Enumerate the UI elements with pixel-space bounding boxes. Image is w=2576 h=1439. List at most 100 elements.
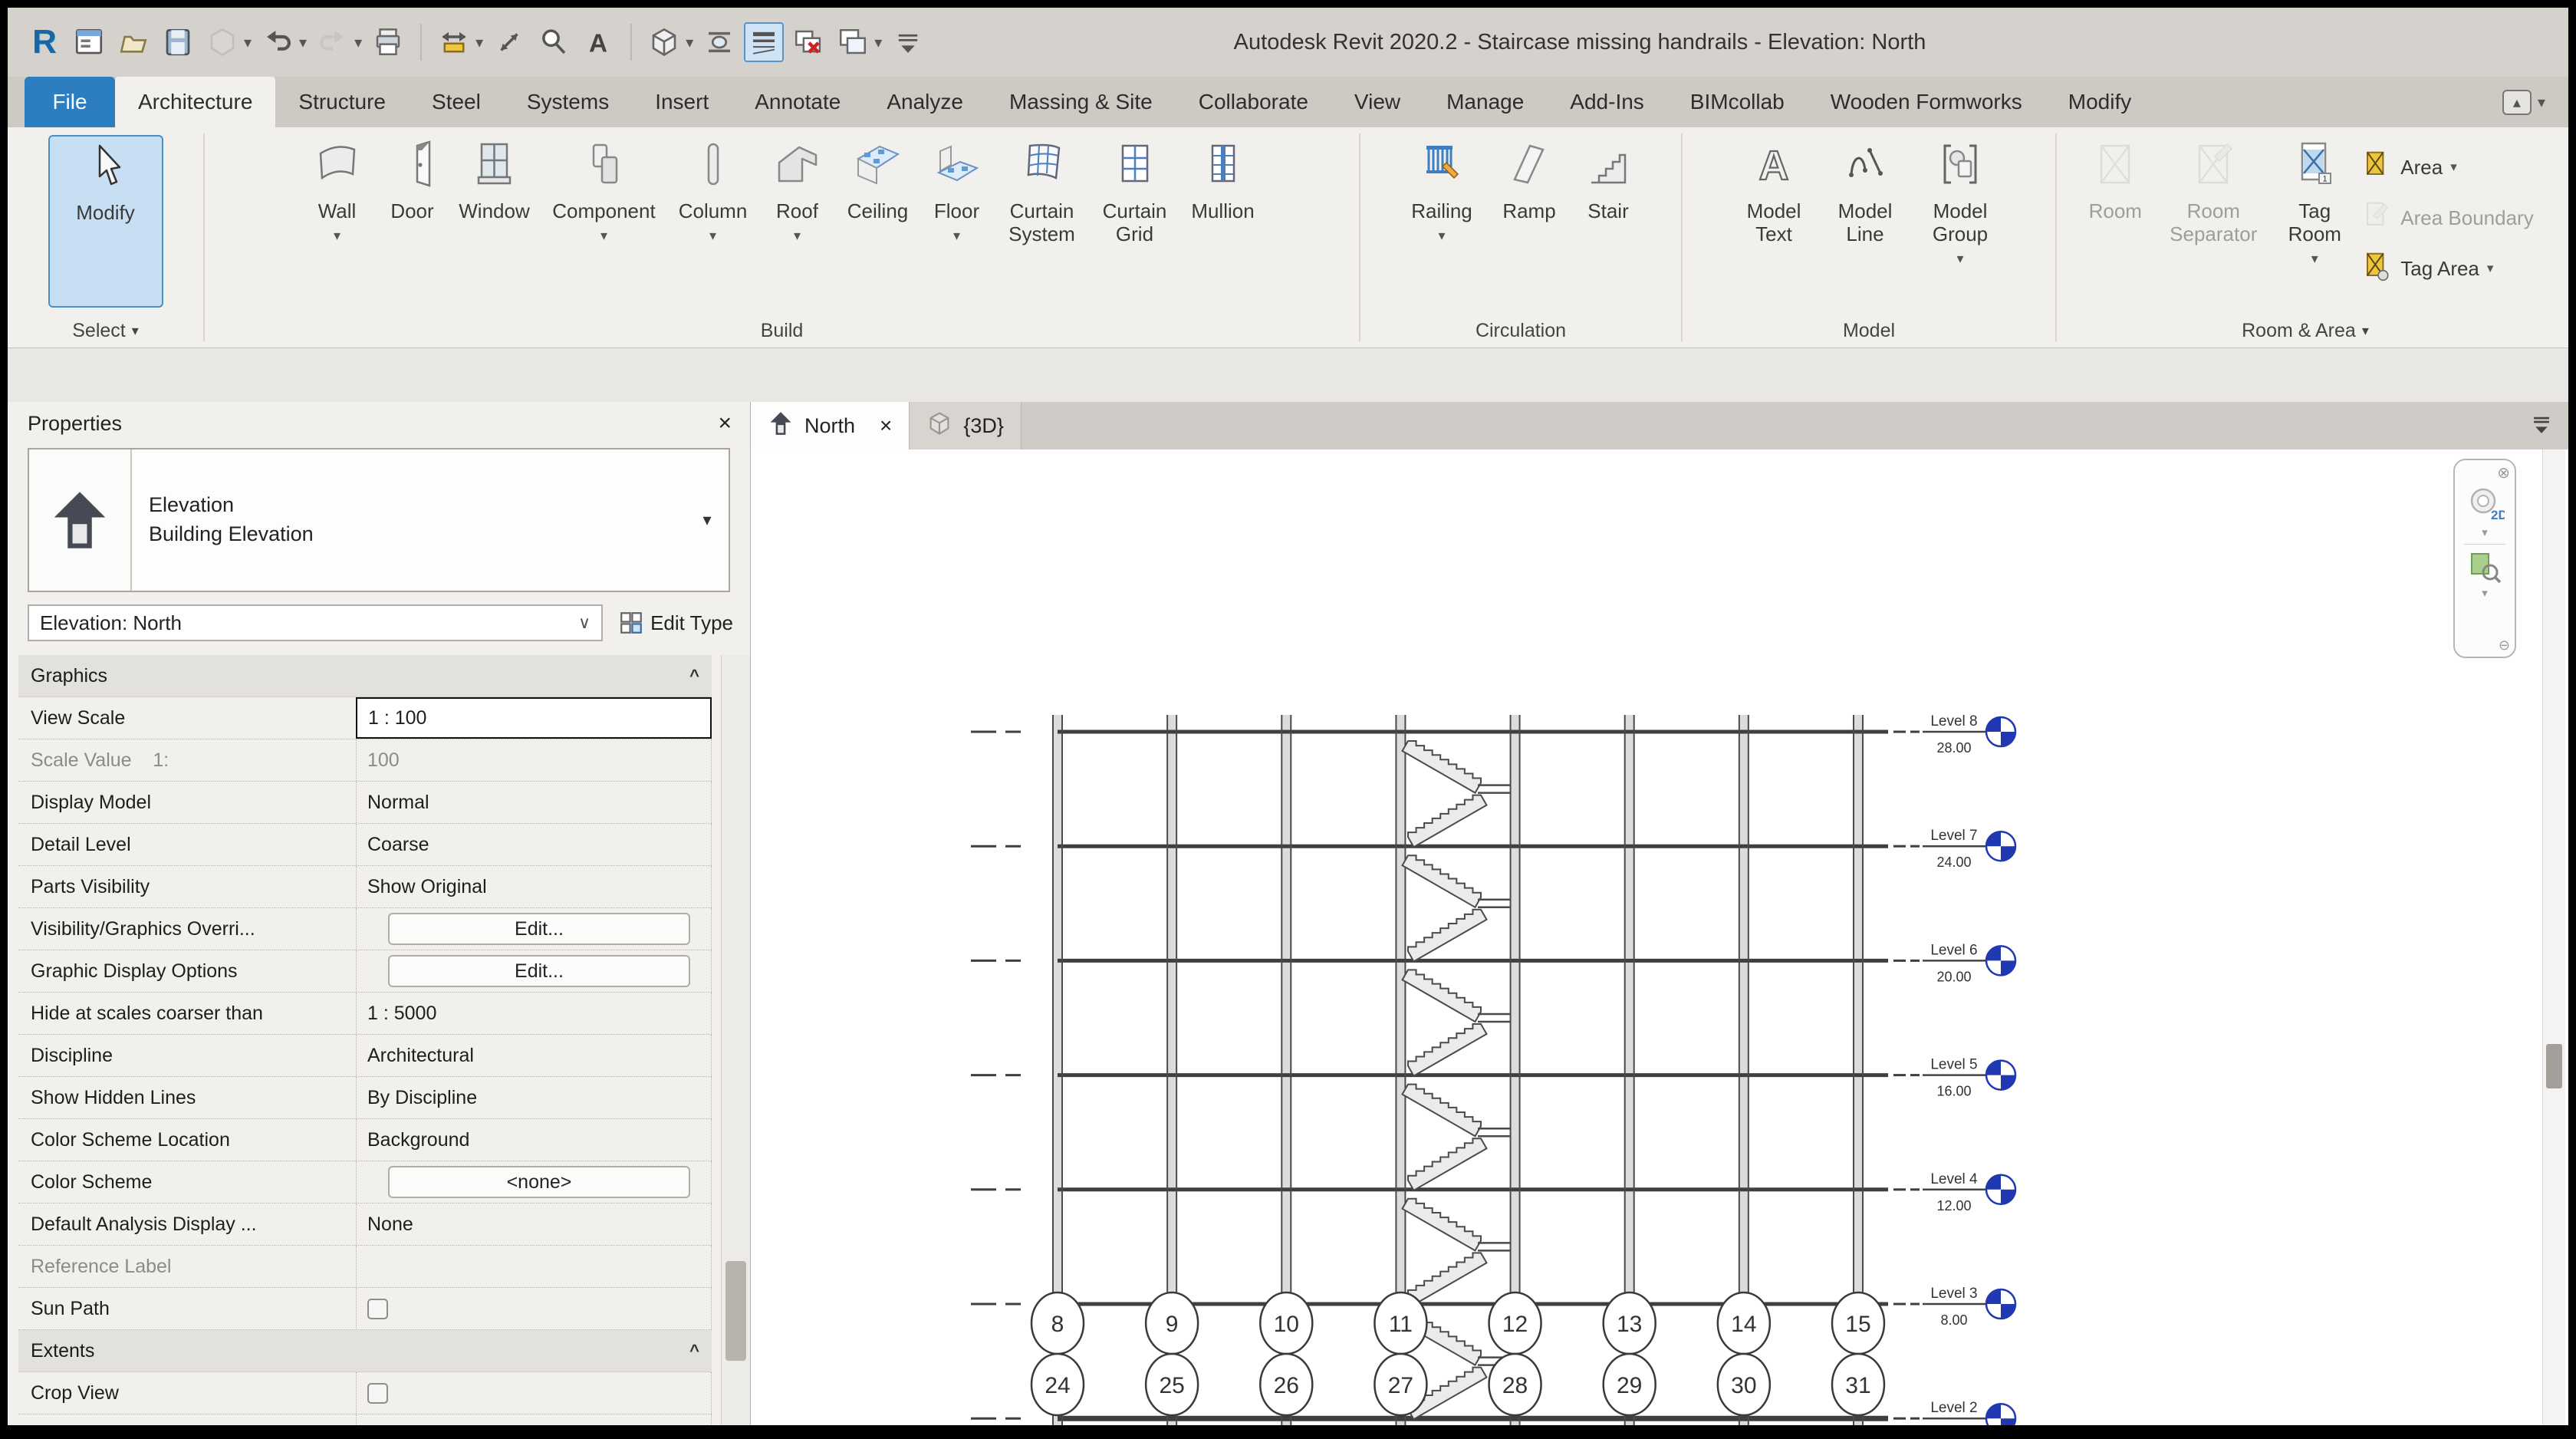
instance-selector[interactable]: Elevation: North ∨	[28, 604, 604, 641]
default-3d-view-dropdown-icon[interactable]: ▾	[686, 33, 693, 52]
tab-bimcollab[interactable]: BIMcollab	[1667, 77, 1808, 127]
properties-close-icon[interactable]: ×	[712, 410, 738, 436]
redo-icon[interactable]	[313, 22, 353, 62]
panel-label-room-area[interactable]: Room & Area ▾	[2057, 314, 2554, 347]
synchronize-dropdown-icon[interactable]: ▾	[244, 33, 252, 52]
grid-bubble-25[interactable]: 25	[1144, 1352, 1199, 1417]
area-dropdown-icon[interactable]: ▾	[2450, 160, 2457, 175]
customize-qat-icon[interactable]	[888, 22, 928, 62]
view-tab-3d[interactable]: {3D}	[910, 402, 1022, 449]
property-value[interactable]: Normal	[356, 782, 712, 823]
panel-label-circulation[interactable]: Circulation	[1360, 314, 1681, 347]
component-button[interactable]: Component ▾	[543, 135, 666, 308]
grid-bubble-26[interactable]: 26	[1259, 1352, 1314, 1417]
tab-steel[interactable]: Steel	[409, 77, 504, 127]
model-group-button[interactable]: Model Group ▾	[1911, 135, 2009, 308]
type-selector-dropdown-icon[interactable]: ▾	[686, 449, 729, 591]
crop-view-checkbox[interactable]	[367, 1382, 388, 1404]
tag-area-button[interactable]: Tag Area ▾	[2359, 247, 2533, 290]
tab-view[interactable]: View	[1331, 77, 1423, 127]
stair-button[interactable]: Stair	[1572, 135, 1644, 308]
ribbon-collapse-control[interactable]: ▴ ▾	[2502, 77, 2545, 127]
window-button[interactable]: Window	[449, 135, 540, 308]
level-tag-level-7[interactable]: Level 7 24.00	[1930, 828, 2017, 870]
property-value[interactable]	[356, 1246, 712, 1287]
tab-add-ins[interactable]: Add-Ins	[1547, 77, 1667, 127]
property-value[interactable]: Background	[356, 1119, 712, 1161]
property-value[interactable]: Coarse	[356, 824, 712, 865]
floor-dropdown-icon[interactable]: ▾	[953, 228, 960, 244]
property-value[interactable]	[356, 1372, 712, 1414]
property-value[interactable]	[356, 1414, 712, 1425]
steering-wheel-dropdown-icon[interactable]: ▾	[2482, 525, 2488, 539]
curtain-grid-button[interactable]: Curtain Grid	[1092, 135, 1178, 308]
model-group-dropdown-icon[interactable]: ▾	[1956, 251, 1963, 267]
tab-wooden-formworks[interactable]: Wooden Formworks	[1808, 77, 2045, 127]
tag-area-dropdown-icon[interactable]: ▾	[2487, 261, 2494, 276]
section-collapse-icon[interactable]: ^	[689, 666, 699, 686]
section-header-extents[interactable]: Extents ^	[18, 1330, 712, 1372]
open-documents-icon[interactable]	[69, 22, 109, 62]
grid-bubble-13[interactable]: 13	[1602, 1291, 1656, 1355]
synchronize-icon[interactable]	[202, 22, 242, 62]
wall-dropdown-icon[interactable]: ▾	[334, 228, 341, 244]
wall-button[interactable]: Wall ▾	[299, 135, 376, 308]
thin-lines-icon[interactable]	[744, 22, 785, 62]
print-icon[interactable]	[368, 22, 408, 62]
grid-bubble-15[interactable]: 15	[1831, 1291, 1886, 1355]
grid-bubble-8[interactable]: 8	[1030, 1291, 1085, 1355]
edit-type-button[interactable]: Edit Type	[614, 607, 738, 639]
tab-structure[interactable]: Structure	[275, 77, 409, 127]
panel-label-select[interactable]: Select ▾	[8, 314, 203, 347]
section-header-graphics[interactable]: Graphics ^	[18, 655, 712, 697]
ribbon-collapse-dropdown-icon[interactable]: ▾	[2538, 93, 2545, 112]
section-icon[interactable]	[699, 22, 739, 62]
door-button[interactable]: Door	[379, 135, 446, 308]
switch-windows-dropdown-icon[interactable]: ▾	[874, 33, 882, 52]
tab-manage[interactable]: Manage	[1423, 77, 1547, 127]
color-scheme-button[interactable]: <none>	[387, 1166, 691, 1198]
column-dropdown-icon[interactable]: ▾	[709, 228, 716, 244]
tab-insert[interactable]: Insert	[632, 77, 732, 127]
grid-bubble-29[interactable]: 29	[1602, 1352, 1656, 1417]
tab-collaborate[interactable]: Collaborate	[1176, 77, 1331, 127]
measure-dropdown-icon[interactable]: ▾	[475, 33, 483, 52]
modify-button[interactable]: Modify	[48, 135, 163, 308]
navbar-close-icon[interactable]: ⊗	[2497, 463, 2510, 482]
visibility-graphics-overri-button[interactable]: Edit...	[387, 913, 691, 945]
property-value[interactable]: 1 : 5000	[356, 993, 712, 1034]
roof-button[interactable]: Roof ▾	[761, 135, 834, 308]
tab-massing-site[interactable]: Massing & Site	[986, 77, 1176, 127]
level-tag-level-5[interactable]: Level 5 16.00	[1930, 1057, 2017, 1099]
type-selector[interactable]: Elevation Building Elevation ▾	[28, 448, 730, 592]
open-icon[interactable]	[114, 22, 153, 62]
crop-region-visible-checkbox[interactable]	[367, 1424, 388, 1425]
properties-scrollbar-thumb[interactable]	[725, 1261, 746, 1361]
panel-label-model[interactable]: Model	[1683, 314, 2055, 347]
tab-modify[interactable]: Modify	[2045, 77, 2154, 127]
properties-scrollbar[interactable]	[721, 655, 750, 1425]
grid-bubble-11[interactable]: 11	[1374, 1291, 1428, 1355]
canvas-scrollbar[interactable]	[2542, 449, 2565, 1425]
property-value[interactable]: Architectural	[356, 1035, 712, 1076]
redo-dropdown-icon[interactable]: ▾	[354, 33, 362, 52]
elevation-drawing[interactable]: Level 828.00Level 724.00Level 620.00Leve…	[751, 449, 2568, 1425]
zoom-region-icon[interactable]	[2467, 549, 2502, 584]
mullion-button[interactable]: Mullion	[1181, 135, 1265, 308]
column-button[interactable]: Column ▾	[669, 135, 758, 308]
navbar-options-icon[interactable]: ⊖	[2499, 637, 2510, 654]
grid-bubble-10[interactable]: 10	[1259, 1291, 1314, 1355]
view-tab-close-icon[interactable]: ×	[880, 413, 892, 438]
level-tag-level-2[interactable]: Level 24.00	[1930, 1400, 2017, 1425]
component-dropdown-icon[interactable]: ▾	[600, 228, 607, 244]
area-button[interactable]: Area ▾	[2359, 146, 2533, 189]
revit-logo[interactable]: R	[25, 22, 64, 62]
grid-bubble-27[interactable]: 27	[1374, 1352, 1428, 1417]
view-tab-north[interactable]: North ×	[751, 402, 910, 449]
tab-systems[interactable]: Systems	[504, 77, 632, 127]
tag-room-dropdown-icon[interactable]: ▾	[2311, 251, 2318, 267]
level-tag-level-4[interactable]: Level 4 12.00	[1930, 1171, 2017, 1213]
tab-annotate[interactable]: Annotate	[732, 77, 864, 127]
steering-wheel-2d-icon[interactable]: 2D	[2465, 484, 2505, 524]
railing-dropdown-icon[interactable]: ▾	[1438, 228, 1445, 244]
